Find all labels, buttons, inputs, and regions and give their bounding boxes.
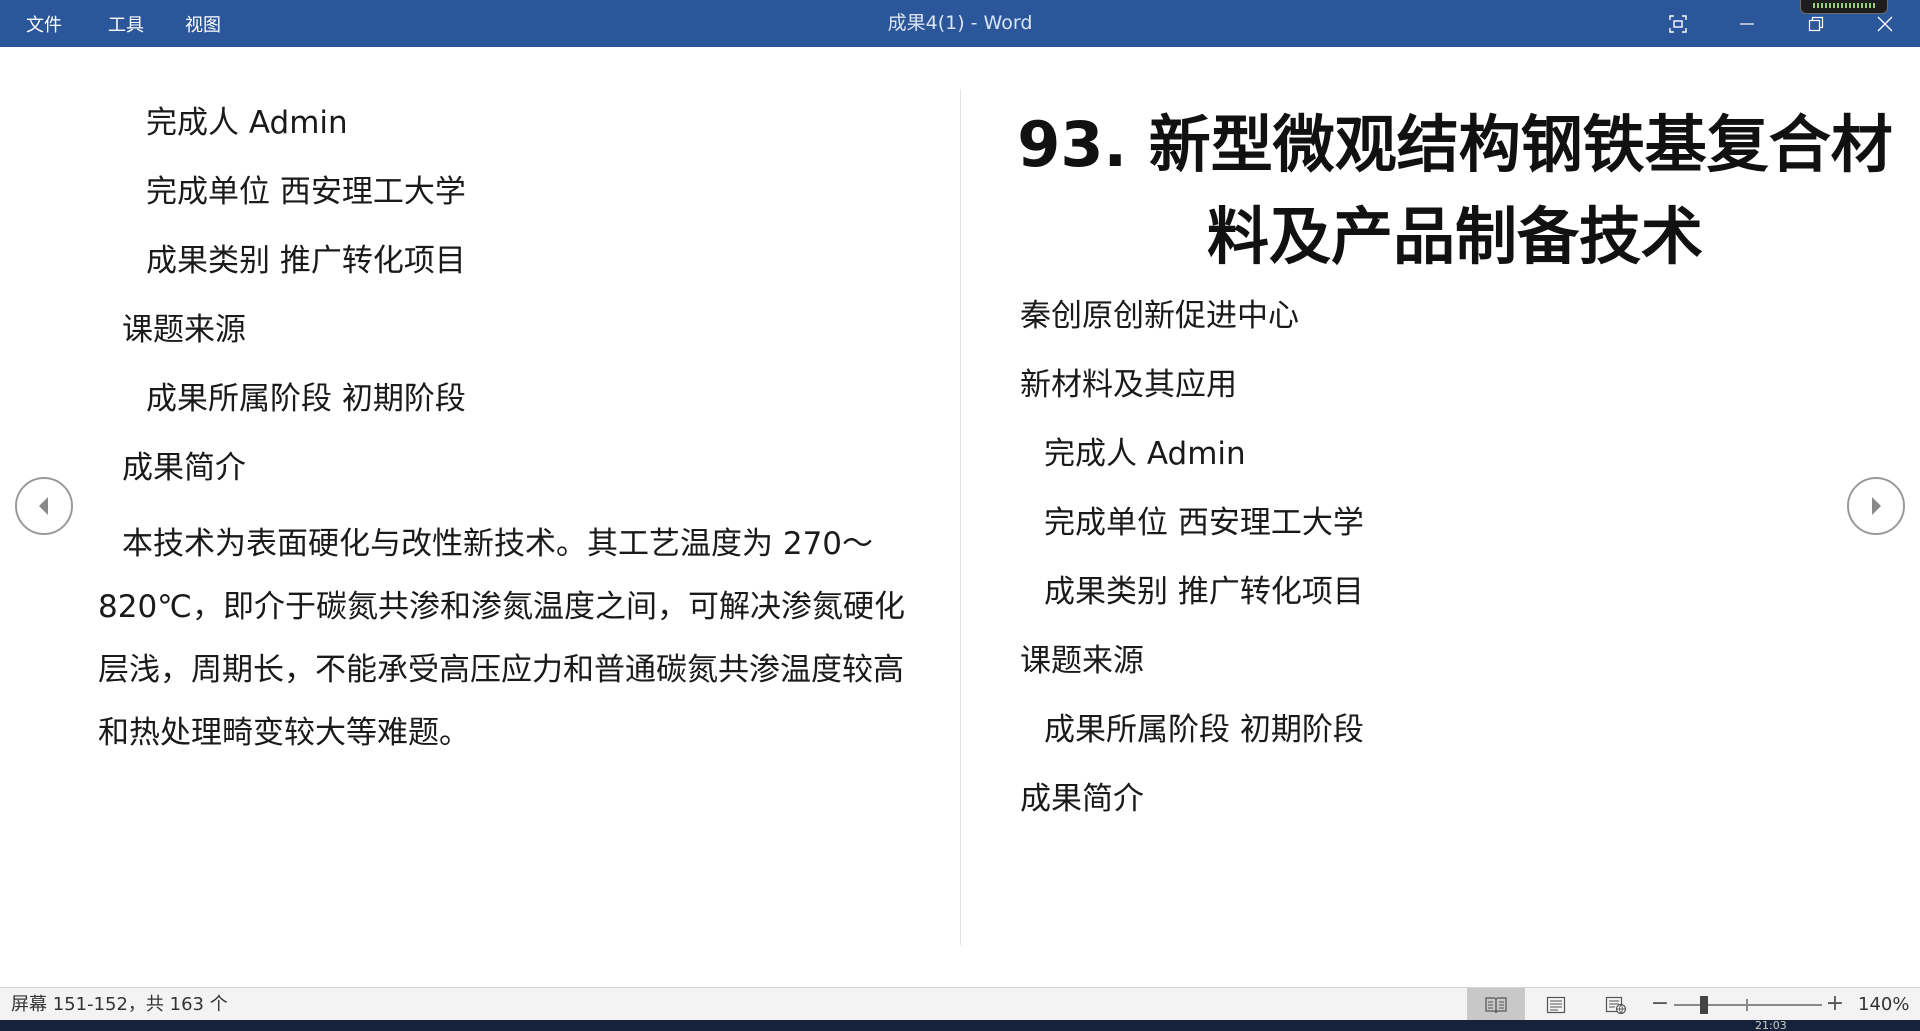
print-layout-icon — [1546, 996, 1566, 1013]
status-bar: 屏幕 151-152，共 163 个 − + 140% — [0, 987, 1920, 1021]
menu-tools-label: 工具 — [108, 14, 144, 36]
screen-position-status: 屏幕 151-152，共 163 个 — [11, 994, 228, 1015]
restore-button[interactable] — [1781, 0, 1851, 47]
focus-mode-icon — [1669, 14, 1687, 33]
menu-tools[interactable]: 工具 — [96, 0, 156, 47]
taskbar-clock: 21:03 — [1755, 1021, 1787, 1031]
web-layout-button[interactable] — [1587, 988, 1645, 1021]
right-line-source: 课题来源 — [1020, 643, 1144, 679]
zoom-slider-track[interactable] — [1674, 1004, 1822, 1006]
right-line-stage: 成果所属阶段 初期阶段 — [1044, 712, 1364, 748]
title-bar: 文件 工具 视图 成果4(1) - Word — [0, 0, 1920, 47]
left-line-category: 成果类别 推广转化项目 — [146, 243, 466, 279]
close-button[interactable] — [1850, 0, 1920, 47]
left-body-paragraph: 本技术为表面硬化与改性新技术。其工艺温度为 270～820℃，即介于碳氮共渗和渗… — [98, 526, 905, 751]
close-icon — [1877, 16, 1893, 31]
menu-file-label: 文件 — [26, 14, 62, 36]
restore-icon — [1808, 16, 1824, 31]
web-layout-icon — [1605, 996, 1627, 1014]
menu-view[interactable]: 视图 — [173, 0, 233, 47]
left-line-stage: 成果所属阶段 初期阶段 — [146, 381, 466, 417]
zoom-out-button[interactable]: − — [1650, 988, 1670, 1021]
zoom-in-button[interactable]: + — [1825, 988, 1845, 1021]
right-line-field: 新材料及其应用 — [1020, 367, 1237, 403]
left-line-completer: 完成人 Admin — [146, 105, 348, 141]
focus-mode-button[interactable] — [1643, 0, 1713, 47]
zoom-slider-thumb[interactable] — [1700, 996, 1708, 1014]
right-line-completer: 完成人 Admin — [1044, 436, 1246, 472]
right-line-unit: 完成单位 西安理工大学 — [1044, 505, 1364, 541]
chevron-left-icon — [39, 497, 48, 515]
read-mode-button[interactable] — [1467, 988, 1525, 1021]
previous-page-button[interactable] — [15, 477, 73, 535]
minimize-button[interactable] — [1712, 0, 1782, 47]
minimize-icon — [1740, 22, 1754, 25]
menu-file[interactable]: 文件 — [14, 0, 74, 47]
right-line-center: 秦创原创新促进中心 — [1020, 298, 1299, 334]
print-layout-button[interactable] — [1527, 988, 1585, 1021]
taskbar — [0, 1020, 1920, 1031]
window-title: 成果4(1) - Word — [887, 12, 1033, 34]
right-line-category: 成果类别 推广转化项目 — [1044, 574, 1364, 610]
right-line-summary-heading: 成果简介 — [1020, 781, 1144, 817]
left-line-summary-heading: 成果简介 — [122, 450, 246, 486]
reading-view[interactable]: 完成人 Admin 完成单位 西安理工大学 成果类别 推广转化项目 课题来源 成… — [0, 47, 1920, 987]
zoom-slider-center-mark — [1746, 999, 1748, 1011]
right-heading: 93. 新型微观结构钢铁基复合材料及产品制备技术 — [1017, 108, 1893, 273]
chevron-right-icon — [1872, 497, 1881, 515]
left-line-source: 课题来源 — [122, 312, 246, 348]
zoom-level[interactable]: 140% — [1858, 988, 1909, 1021]
next-page-button[interactable] — [1847, 477, 1905, 535]
read-mode-icon — [1485, 996, 1507, 1013]
menu-view-label: 视图 — [185, 14, 221, 36]
page-divider — [960, 89, 961, 945]
left-line-unit: 完成单位 西安理工大学 — [146, 174, 466, 210]
